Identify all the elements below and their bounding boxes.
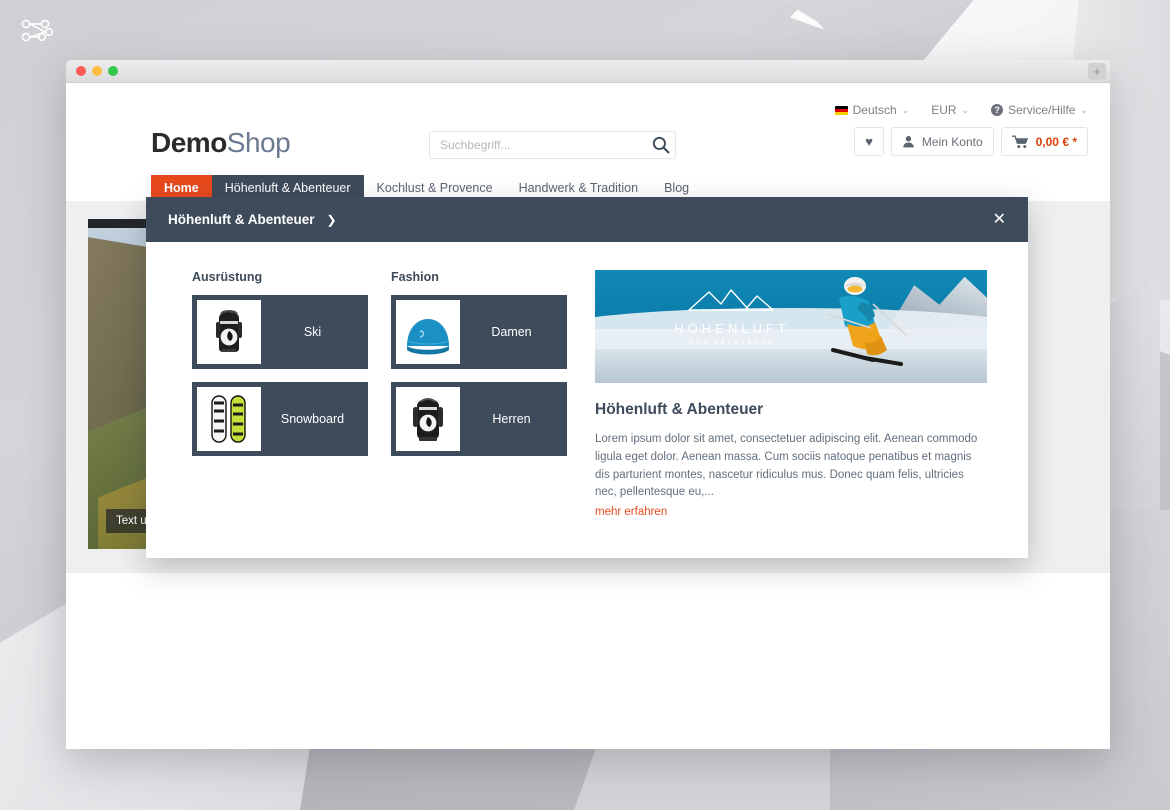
flyout-promo-column: HÖHENLUFT UND ABENTEUER Höhenluft & Aben… [567, 270, 998, 520]
snowboard-thumbnail-icon [197, 387, 261, 451]
search-input[interactable] [438, 132, 642, 158]
category-item-snowboard[interactable]: Snowboard [192, 382, 368, 456]
question-mark-icon: ? [991, 104, 1004, 116]
window-titlebar: + [66, 60, 1110, 83]
header-action-buttons: ♥ Mein Konto 0,00 € * [854, 127, 1088, 156]
account-label: Mein Konto [921, 134, 983, 149]
chevron-right-icon: ❯ [326, 212, 337, 227]
node-graph-icon [21, 19, 54, 42]
close-window-button[interactable] [76, 66, 86, 76]
flyout-header: Höhenluft & Abenteuer ❯ ✕ [146, 197, 1028, 242]
logo-light-part: Shop [226, 127, 291, 158]
language-label: Deutsch [852, 103, 897, 117]
category-label: Damen [491, 325, 532, 339]
search-box[interactable] [429, 131, 676, 159]
flyout-title: Höhenluft & Abenteuer [168, 212, 315, 227]
column-heading: Fashion [391, 270, 439, 284]
column-heading: Ausrüstung [192, 270, 263, 284]
service-help-menu[interactable]: ? Service/Hilfe ⌄ [991, 103, 1088, 117]
logo-bold-part: Demo [151, 127, 227, 158]
more-link[interactable]: mehr erfahren [595, 506, 667, 518]
promo-banner-image[interactable]: HÖHENLUFT UND ABENTEUER [595, 270, 987, 383]
flyout-column-ausruestung: Ausrüstung Ski Snowboard [192, 270, 368, 520]
chevron-down-icon: ⌄ [901, 104, 910, 115]
service-label: Service/Hilfe [1008, 103, 1076, 117]
currency-selector[interactable]: EUR ⌄ [931, 103, 969, 117]
category-label: Ski [303, 325, 322, 339]
window-controls[interactable] [76, 66, 118, 76]
currency-label: EUR [931, 103, 957, 117]
header-utility-bar: Deutsch ⌄ EUR ⌄ ? Service/Hilfe ⌄ [834, 103, 1088, 117]
category-item-damen[interactable]: Damen [391, 295, 567, 369]
flyout-body: Ausrüstung Ski Snowboard Fashion Damen H… [146, 242, 1028, 558]
cart-icon [1011, 135, 1028, 148]
category-item-herren[interactable]: Herren [391, 382, 567, 456]
category-item-ski[interactable]: Ski [192, 295, 368, 369]
cart-button[interactable]: 0,00 € * [1000, 127, 1088, 156]
beanie-thumbnail-icon [396, 300, 460, 364]
browser-viewport: Deutsch ⌄ EUR ⌄ ? Service/Hilfe ⌄ DemoSh… [66, 83, 1110, 749]
promo-body-text: Lorem ipsum dolor sit amet, consectetuer… [595, 433, 978, 499]
search-icon[interactable] [651, 135, 671, 155]
shop-logo[interactable]: DemoShop [151, 127, 291, 159]
promo-heading: Höhenluft & Abenteuer [595, 401, 764, 418]
category-flyout-menu: Höhenluft & Abenteuer ❯ ✕ Ausrüstung Ski… [146, 197, 1028, 559]
shop-header: Deutsch ⌄ EUR ⌄ ? Service/Hilfe ⌄ DemoSh… [66, 83, 1110, 175]
wishlist-button[interactable]: ♥ [854, 127, 884, 156]
minimize-window-button[interactable] [92, 66, 102, 76]
backpack-thumbnail-icon [197, 300, 261, 364]
close-icon[interactable]: ✕ [993, 211, 1006, 228]
user-icon [903, 136, 914, 148]
new-tab-button[interactable]: + [1088, 63, 1106, 80]
flyout-title-group[interactable]: Höhenluft & Abenteuer ❯ [168, 212, 337, 227]
cart-amount: 0,00 € * [1035, 134, 1077, 149]
category-label: Herren [492, 412, 531, 426]
language-selector[interactable]: Deutsch ⌄ [834, 103, 910, 117]
chevron-down-icon: ⌄ [1080, 104, 1088, 115]
chevron-down-icon: ⌄ [961, 104, 970, 115]
account-button[interactable]: Mein Konto [890, 127, 994, 156]
heart-icon: ♥ [865, 134, 873, 149]
backpack-thumbnail-icon [396, 387, 460, 451]
browser-window: + Deutsch ⌄ EUR ⌄ ? Service/Hilfe ⌄ Demo… [66, 60, 1110, 749]
flyout-column-fashion: Fashion Damen Herren [391, 270, 567, 520]
maximize-window-button[interactable] [108, 66, 118, 76]
mountain-icon [688, 289, 774, 311]
promo-logo-sub: UND ABENTEUER [688, 339, 776, 346]
german-flag-icon [834, 105, 848, 115]
skier-illustration [826, 277, 908, 366]
category-label: Snowboard [280, 412, 345, 426]
promo-logo-name: HÖHENLUFT [674, 321, 790, 336]
promo-banner-logo: HÖHENLUFT UND ABENTEUER [647, 286, 817, 346]
